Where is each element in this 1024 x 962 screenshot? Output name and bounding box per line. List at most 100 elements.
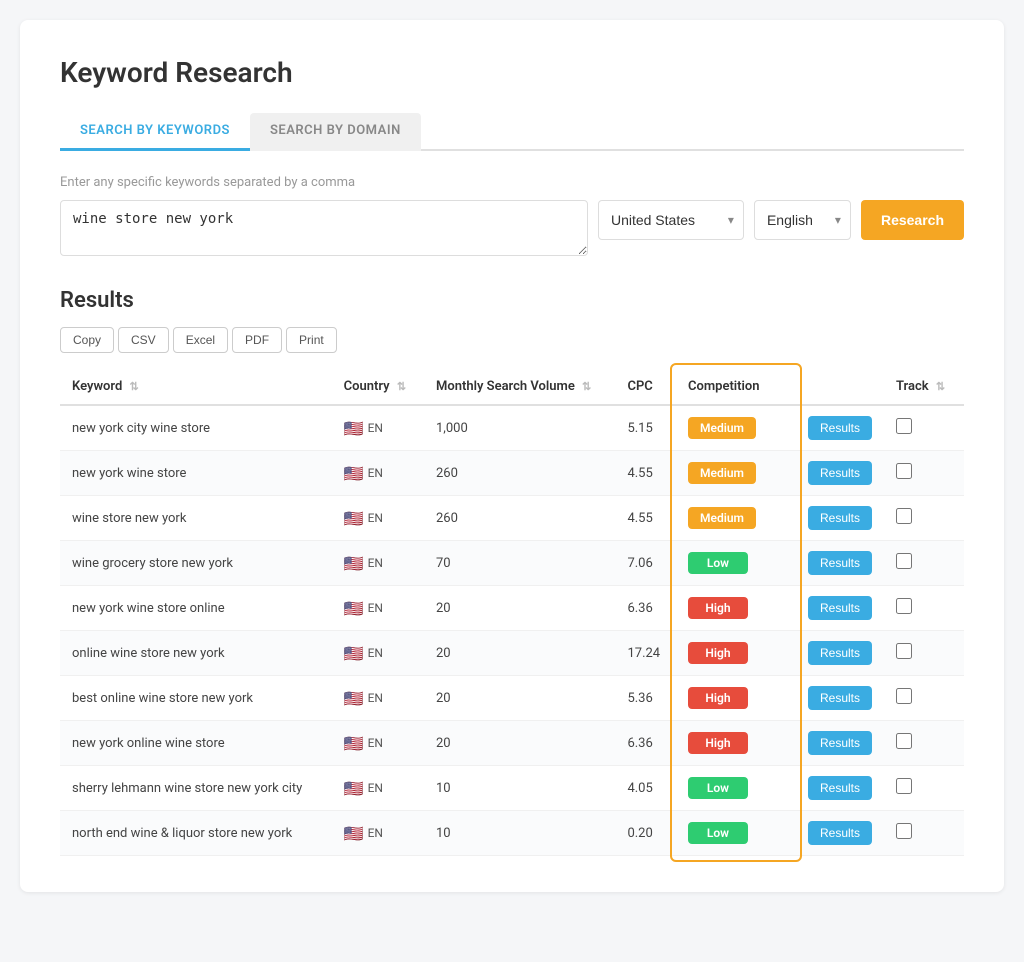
sort-keyword-icon[interactable]: ⇅ (130, 380, 139, 393)
cell-volume: 10 (424, 811, 615, 856)
cell-results-btn: Results (796, 405, 884, 451)
results-button[interactable]: Results (808, 776, 872, 800)
cell-keyword: new york online wine store (60, 721, 332, 766)
pdf-button[interactable]: PDF (232, 327, 282, 353)
competition-badge: Low (688, 822, 748, 844)
results-button[interactable]: Results (808, 641, 872, 665)
cell-volume: 20 (424, 676, 615, 721)
tab-domain[interactable]: Search by Domain (250, 113, 421, 151)
cell-lang: EN (368, 556, 383, 570)
cell-lang: EN (368, 601, 383, 615)
cell-cpc: 6.36 (615, 586, 676, 631)
cell-cpc: 5.15 (615, 405, 676, 451)
results-button[interactable]: Results (808, 731, 872, 755)
cell-track (884, 586, 964, 631)
sort-track-icon[interactable]: ⇅ (936, 380, 945, 393)
search-row: wine store new york United States United… (60, 200, 964, 256)
cell-cpc: 7.06 (615, 541, 676, 586)
track-checkbox[interactable] (896, 733, 912, 749)
competition-badge: High (688, 732, 748, 754)
sort-country-icon[interactable]: ⇅ (397, 380, 406, 393)
language-select[interactable]: English Spanish French German (754, 200, 851, 240)
table-row: north end wine & liquor store new york 🇺… (60, 811, 964, 856)
col-header-country: Country ⇅ (332, 369, 424, 405)
sort-volume-icon[interactable]: ⇅ (582, 380, 591, 393)
cell-track (884, 721, 964, 766)
cell-country: 🇺🇸 EN (332, 721, 424, 766)
results-title: Results (60, 288, 964, 313)
competition-badge: Medium (688, 507, 756, 529)
flag-icon: 🇺🇸 (344, 419, 364, 438)
results-button[interactable]: Results (808, 821, 872, 845)
results-button[interactable]: Results (808, 551, 872, 575)
cell-competition: High (676, 631, 796, 676)
track-checkbox[interactable] (896, 463, 912, 479)
cell-keyword: new york city wine store (60, 405, 332, 451)
track-checkbox[interactable] (896, 598, 912, 614)
flag-icon: 🇺🇸 (344, 599, 364, 618)
flag-icon: 🇺🇸 (344, 464, 364, 483)
cell-lang: EN (368, 736, 383, 750)
cell-lang: EN (368, 466, 383, 480)
country-select[interactable]: United States United Kingdom Canada Aust… (598, 200, 744, 240)
cell-track (884, 405, 964, 451)
table-row: new york city wine store 🇺🇸 EN 1,000 5.1… (60, 405, 964, 451)
cell-results-btn: Results (796, 811, 884, 856)
results-table: Keyword ⇅ Country ⇅ Monthly Search Volum… (60, 369, 964, 856)
cell-volume: 10 (424, 766, 615, 811)
csv-button[interactable]: CSV (118, 327, 169, 353)
cell-keyword: new york wine store online (60, 586, 332, 631)
results-button[interactable]: Results (808, 506, 872, 530)
cell-volume: 20 (424, 631, 615, 676)
cell-country: 🇺🇸 EN (332, 766, 424, 811)
cell-lang: EN (368, 421, 383, 435)
tab-bar: Search by Keywords Search by Domain (60, 113, 964, 151)
print-button[interactable]: Print (286, 327, 337, 353)
competition-badge: Low (688, 552, 748, 574)
track-checkbox[interactable] (896, 643, 912, 659)
track-checkbox[interactable] (896, 823, 912, 839)
copy-button[interactable]: Copy (60, 327, 114, 353)
cell-competition: High (676, 586, 796, 631)
cell-results-btn: Results (796, 631, 884, 676)
cell-results-btn: Results (796, 451, 884, 496)
cell-competition: Low (676, 766, 796, 811)
research-button[interactable]: Research (861, 200, 964, 240)
track-checkbox[interactable] (896, 778, 912, 794)
track-checkbox[interactable] (896, 418, 912, 434)
cell-competition: Medium (676, 451, 796, 496)
track-checkbox[interactable] (896, 553, 912, 569)
track-checkbox[interactable] (896, 508, 912, 524)
cell-track (884, 766, 964, 811)
results-button[interactable]: Results (808, 686, 872, 710)
cell-volume: 20 (424, 586, 615, 631)
keyword-input[interactable]: wine store new york (60, 200, 588, 256)
cell-country: 🇺🇸 EN (332, 676, 424, 721)
cell-competition: Low (676, 811, 796, 856)
competition-badge: High (688, 642, 748, 664)
cell-country: 🇺🇸 EN (332, 586, 424, 631)
search-hint: Enter any specific keywords separated by… (60, 175, 964, 190)
col-header-keyword: Keyword ⇅ (60, 369, 332, 405)
table-header-row: Keyword ⇅ Country ⇅ Monthly Search Volum… (60, 369, 964, 405)
cell-volume: 20 (424, 721, 615, 766)
country-select-wrapper: United States United Kingdom Canada Aust… (598, 200, 744, 240)
competition-badge: Medium (688, 462, 756, 484)
cell-competition: Low (676, 541, 796, 586)
results-button[interactable]: Results (808, 461, 872, 485)
cell-keyword: online wine store new york (60, 631, 332, 676)
results-button[interactable]: Results (808, 596, 872, 620)
cell-cpc: 6.36 (615, 721, 676, 766)
cell-results-btn: Results (796, 496, 884, 541)
table-row: wine store new york 🇺🇸 EN 260 4.55 Mediu… (60, 496, 964, 541)
results-button[interactable]: Results (808, 416, 872, 440)
page-title: Keyword Research (60, 56, 964, 89)
cell-keyword: north end wine & liquor store new york (60, 811, 332, 856)
cell-country: 🇺🇸 EN (332, 631, 424, 676)
track-checkbox[interactable] (896, 688, 912, 704)
excel-button[interactable]: Excel (173, 327, 228, 353)
table-row: new york wine store 🇺🇸 EN 260 4.55 Mediu… (60, 451, 964, 496)
cell-lang: EN (368, 511, 383, 525)
flag-icon: 🇺🇸 (344, 689, 364, 708)
tab-keywords[interactable]: Search by Keywords (60, 113, 250, 151)
